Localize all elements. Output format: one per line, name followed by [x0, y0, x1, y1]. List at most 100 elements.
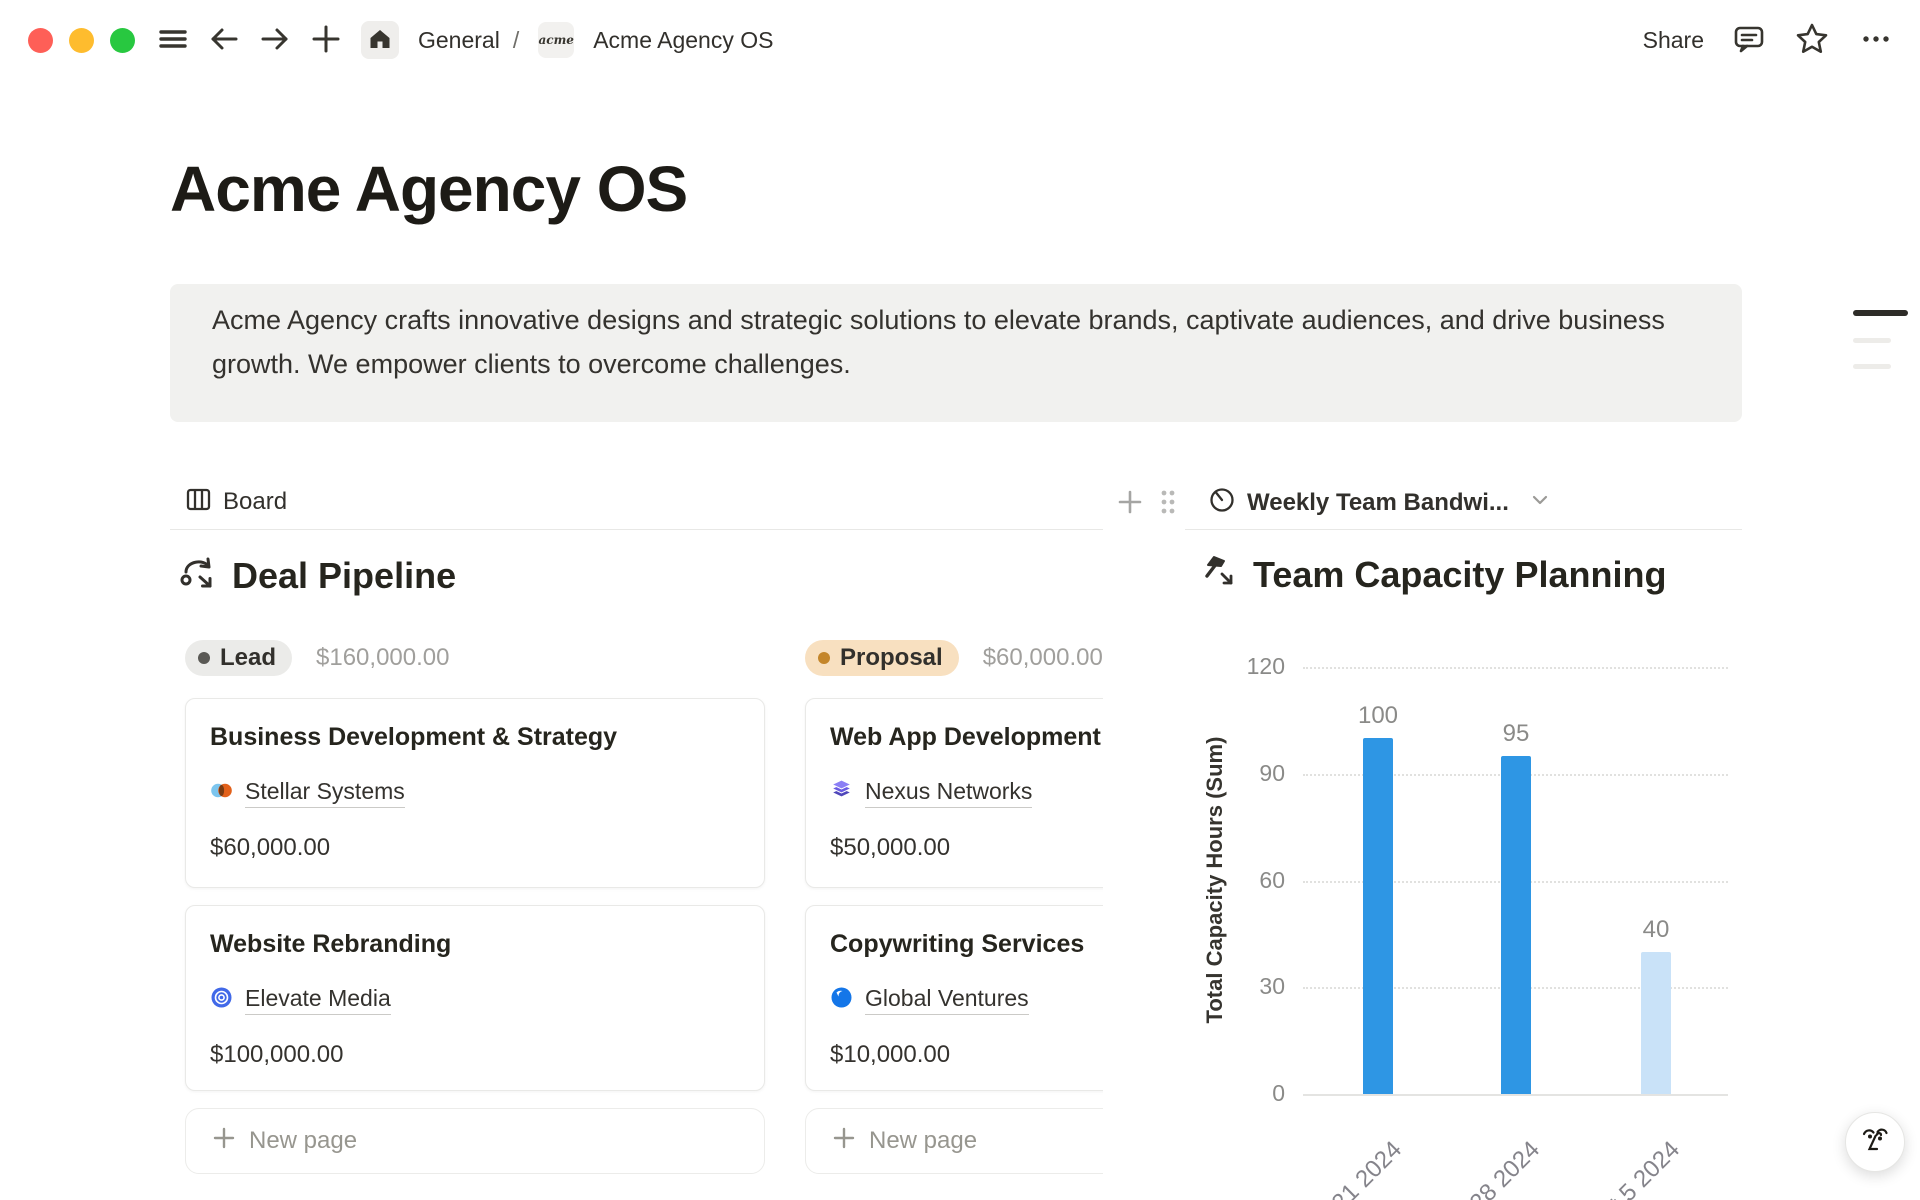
- more-options-button[interactable]: [1858, 21, 1894, 60]
- chart-view-clock-icon: [1208, 486, 1236, 519]
- new-page-button[interactable]: New page: [185, 1108, 765, 1174]
- chart-tab-label: Weekly Team Bandwi...: [1247, 489, 1509, 517]
- hamburger-menu-icon: [157, 23, 189, 58]
- home-icon: [368, 27, 392, 54]
- y-axis-tick: 60: [1185, 867, 1285, 894]
- acme-workspace-icon: acme: [538, 22, 574, 58]
- window-close-button[interactable]: [28, 28, 53, 53]
- breadcrumb-separator: /: [513, 27, 519, 54]
- chart-tab-underline: [1185, 529, 1742, 530]
- notion-ai-face-icon: [1857, 1123, 1893, 1162]
- tab-chart-view[interactable]: Weekly Team Bandwi...: [1208, 486, 1550, 519]
- outline-line-active[interactable]: [1853, 310, 1908, 316]
- board-section-title: Deal Pipeline: [232, 555, 456, 597]
- status-label: Proposal: [840, 644, 943, 672]
- status-pill-lead[interactable]: Lead: [185, 640, 292, 676]
- new-page-label: New page: [869, 1127, 977, 1155]
- share-button[interactable]: Share: [1643, 27, 1704, 54]
- plus-icon: [212, 1126, 236, 1157]
- bar-21 2024: [1363, 738, 1393, 1094]
- card-client-row: Nexus Networks: [830, 778, 1103, 808]
- column-total: $160,000.00: [316, 644, 449, 672]
- x-axis-line: [1303, 1094, 1728, 1096]
- plus-icon: [310, 23, 342, 58]
- sidebar-menu-button[interactable]: [157, 23, 189, 58]
- board-panel: Deal Pipeline Lead $160,000.00 Business …: [170, 535, 1103, 1200]
- y-axis-tick: 30: [1185, 973, 1285, 1000]
- forward-button[interactable]: [259, 23, 291, 58]
- board-card[interactable]: Business Development & Strategy Stellar …: [185, 698, 765, 888]
- card-client-row: Global Ventures: [830, 985, 1103, 1015]
- board-tab-underline: [170, 529, 1103, 530]
- status-pill-proposal[interactable]: Proposal: [805, 640, 959, 676]
- window-zoom-button[interactable]: [110, 28, 135, 53]
- home-button[interactable]: [361, 21, 399, 59]
- breadcrumb-section[interactable]: General: [418, 27, 500, 54]
- status-dot: [198, 652, 210, 664]
- share-button-label: Share: [1643, 27, 1704, 54]
- navigation-bar-right: Share: [1643, 0, 1894, 80]
- drag-handle-icon: [1156, 487, 1180, 520]
- tab-board-view[interactable]: Board: [185, 486, 287, 518]
- card-title: Business Development & Strategy: [210, 723, 740, 752]
- navigation-bar-left: General / acme Acme Agency OS: [157, 0, 773, 80]
- outline-line[interactable]: [1853, 338, 1891, 343]
- card-amount: $50,000.00: [830, 834, 1103, 862]
- window-minimize-button[interactable]: [69, 28, 94, 53]
- app-window: General / acme Acme Agency OS Share Acme…: [0, 0, 1920, 1200]
- callout-block: Acme Agency crafts innovative designs an…: [170, 284, 1742, 422]
- bar-Oct 5 2024: [1641, 952, 1671, 1094]
- back-arrow-icon: [208, 23, 240, 58]
- card-client-link[interactable]: Global Ventures: [865, 985, 1029, 1015]
- new-page-button[interactable]: New page: [805, 1108, 1103, 1174]
- card-title: Web App Development: [830, 723, 1103, 752]
- outline-line[interactable]: [1853, 364, 1891, 369]
- card-client-link[interactable]: Stellar Systems: [245, 778, 405, 808]
- board-card[interactable]: Website Rebranding Elevate Media $100,00…: [185, 905, 765, 1091]
- x-axis-tick: Oct 5 2024: [1546, 1136, 1686, 1200]
- board-section-header: Deal Pipeline: [178, 553, 456, 598]
- global-ventures-logo: [830, 986, 853, 1014]
- new-page-button[interactable]: [310, 23, 342, 58]
- status-dot: [818, 652, 830, 664]
- window-controls: [28, 28, 135, 53]
- star-icon: [1794, 21, 1830, 60]
- ellipsis-icon: [1858, 21, 1894, 60]
- status-label: Lead: [220, 644, 276, 672]
- back-button[interactable]: [208, 23, 240, 58]
- breadcrumb-page[interactable]: Acme Agency OS: [593, 27, 773, 54]
- bar-chart: Total Capacity Hours (Sum) 0306090120100…: [1185, 535, 1742, 1200]
- comments-button[interactable]: [1732, 22, 1766, 59]
- card-client-row: Stellar Systems: [210, 778, 740, 808]
- x-axis-tick: 28 2024: [1406, 1136, 1546, 1200]
- group-header: Proposal $60,000.00: [805, 640, 1103, 676]
- callout-text: Acme Agency crafts innovative designs an…: [212, 298, 1672, 386]
- favorite-button[interactable]: [1794, 21, 1830, 60]
- add-view-button[interactable]: [1116, 488, 1144, 519]
- card-amount: $100,000.00: [210, 1041, 740, 1069]
- board-view-icon: [185, 486, 212, 518]
- chart-panel: Team Capacity Planning Total Capacity Ho…: [1185, 535, 1742, 1200]
- bar-28 2024: [1501, 756, 1531, 1094]
- nexus-networks-logo: [830, 779, 853, 807]
- card-client-link[interactable]: Nexus Networks: [865, 778, 1032, 808]
- card-title: Copywriting Services: [830, 930, 1103, 959]
- card-client-link[interactable]: Elevate Media: [245, 985, 391, 1015]
- x-axis-tick: 21 2024: [1268, 1136, 1408, 1200]
- forward-arrow-icon: [259, 23, 291, 58]
- view-options-drag-handle[interactable]: [1156, 487, 1180, 520]
- board-card[interactable]: Copywriting Services Global Ventures $10…: [805, 905, 1103, 1091]
- gridline: [1303, 667, 1728, 669]
- notion-ai-button[interactable]: [1845, 1112, 1905, 1172]
- comment-icon: [1732, 22, 1766, 59]
- chevron-down-icon: [1530, 490, 1550, 515]
- new-page-label: New page: [249, 1127, 357, 1155]
- board-column-lead: Lead $160,000.00 Business Development & …: [185, 640, 765, 1174]
- card-amount: $10,000.00: [830, 1041, 1103, 1069]
- bar-value-label: 100: [1338, 702, 1418, 730]
- page-title: Acme Agency OS: [170, 152, 687, 226]
- stellar-systems-logo: [210, 779, 233, 807]
- group-header: Lead $160,000.00: [185, 640, 765, 676]
- board-card[interactable]: Web App Development Nexus Networks $50,0…: [805, 698, 1103, 888]
- linked-database-icon: [178, 553, 218, 598]
